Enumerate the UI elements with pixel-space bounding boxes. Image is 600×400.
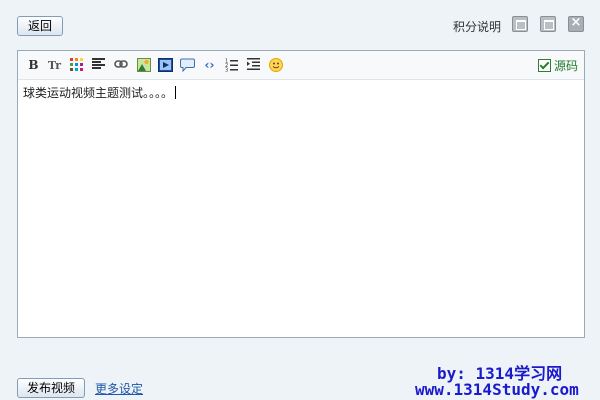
link-icon[interactable]: [113, 58, 128, 73]
editor-toolbar: B Tr ‹› 123 源码: [18, 51, 584, 80]
back-button[interactable]: 返回: [17, 16, 63, 36]
source-checkbox[interactable]: [537, 59, 551, 72]
maximize-button[interactable]: [540, 16, 556, 32]
ordered-list-icon[interactable]: 123: [224, 58, 239, 74]
rich-text-editor: B Tr ‹› 123 源码 球类运动视频主题测试。。。。: [17, 50, 585, 338]
align-icon[interactable]: [91, 58, 106, 73]
text-caret: [175, 86, 177, 99]
points-info-link[interactable]: 积分说明: [453, 18, 501, 35]
image-icon[interactable]: [136, 58, 151, 73]
minimize-button[interactable]: [512, 16, 528, 32]
font-size-icon[interactable]: Tr: [47, 58, 62, 73]
watermark-line2: www.1314Study.com: [415, 380, 579, 399]
more-settings-link[interactable]: 更多设定: [95, 380, 143, 397]
maximize-icon: [544, 20, 554, 30]
source-label: 源码: [553, 59, 578, 73]
video-icon[interactable]: [158, 58, 173, 73]
color-palette-icon[interactable]: [69, 58, 84, 73]
code-icon[interactable]: ‹›: [202, 58, 217, 73]
quote-icon[interactable]: [180, 58, 195, 73]
editor-content[interactable]: 球类运动视频主题测试。。。。: [23, 84, 579, 332]
svg-text:3: 3: [225, 68, 228, 73]
close-icon: ×: [570, 15, 582, 30]
source-toggle[interactable]: 源码: [537, 58, 578, 74]
indent-icon[interactable]: [246, 58, 261, 73]
publish-video-button[interactable]: 发布视频: [17, 378, 85, 398]
bold-icon[interactable]: B: [26, 58, 41, 73]
minimize-icon: [516, 20, 526, 30]
emoticon-icon[interactable]: [268, 58, 283, 73]
editor-text: 球类运动视频主题测试。。。。: [23, 86, 174, 100]
close-button[interactable]: ×: [568, 15, 584, 32]
